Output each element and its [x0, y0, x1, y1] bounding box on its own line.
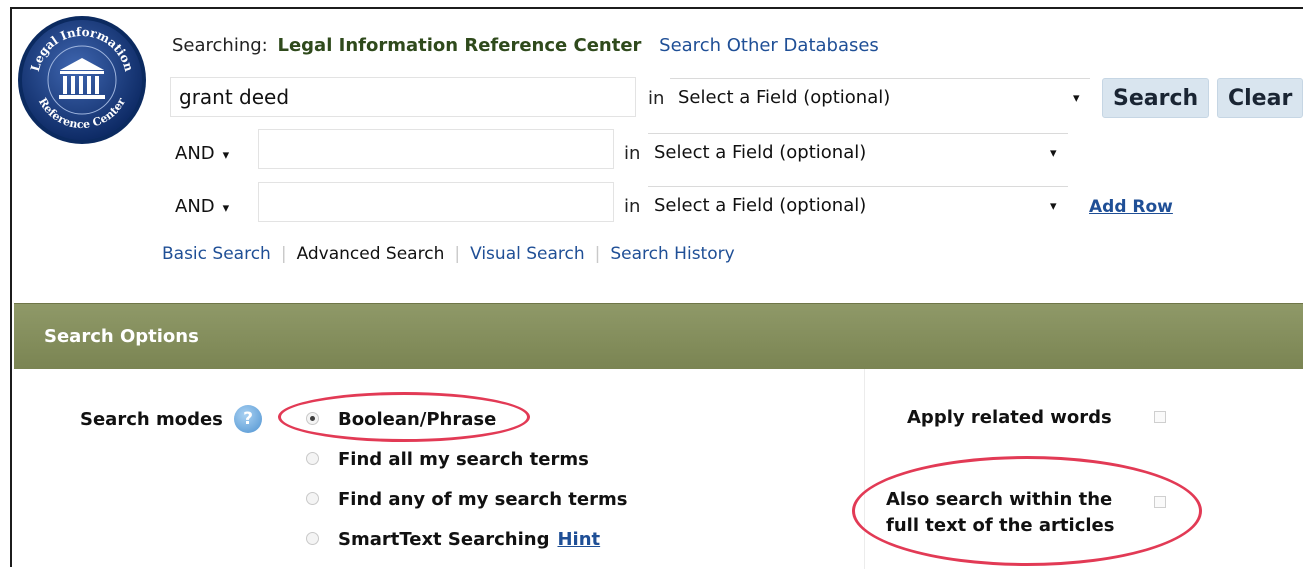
- logo: Legal Information Reference Center: [18, 16, 146, 144]
- mode-option-label: SmartText Searching: [338, 529, 550, 550]
- full-text-line-2: full text of the articles: [886, 515, 1115, 536]
- tab-separator: |: [280, 244, 287, 264]
- radio-icon[interactable]: [306, 452, 319, 465]
- tab-separator: |: [594, 244, 601, 264]
- search-options-title: Search Options: [44, 326, 199, 347]
- search-options-body: Search modes ? Boolean/Phrase Find all m…: [14, 369, 1303, 569]
- mode-option-smarttext-text: SmartText Searching Hint: [338, 529, 600, 550]
- field-select-3-value: Select a Field (optional): [654, 195, 867, 216]
- boolean-operator-select-2[interactable]: AND ▾: [175, 143, 229, 164]
- radio-icon[interactable]: [306, 532, 319, 545]
- field-select-2[interactable]: Select a Field (optional) ▾: [648, 133, 1068, 173]
- field-select-1[interactable]: Select a Field (optional) ▾: [670, 78, 1090, 118]
- in-label-3: in: [624, 196, 641, 217]
- search-button[interactable]: Search: [1102, 78, 1210, 118]
- tab-separator: |: [454, 244, 461, 264]
- chevron-down-icon: ▾: [222, 148, 230, 163]
- mode-option-label: Boolean/Phrase: [338, 409, 497, 430]
- search-options-panel: Search Options Search modes ? Boolean/Ph…: [14, 303, 1303, 569]
- search-term-input-1[interactable]: [170, 77, 636, 117]
- search-modes-label: Search modes: [80, 409, 223, 430]
- radio-icon[interactable]: [306, 492, 319, 505]
- checkbox-icon[interactable]: [1154, 411, 1166, 423]
- searching-label: Searching:: [172, 35, 268, 56]
- field-select-1-value: Select a Field (optional): [678, 87, 891, 108]
- search-term-input-3[interactable]: [258, 182, 614, 222]
- chevron-down-icon: ▾: [1050, 146, 1057, 161]
- tab-visual-search[interactable]: Visual Search: [470, 244, 585, 264]
- field-select-2-value: Select a Field (optional): [654, 142, 867, 163]
- boolean-operator-select-3[interactable]: AND ▾: [175, 196, 229, 217]
- search-other-databases-link[interactable]: Search Other Databases: [659, 35, 879, 56]
- field-select-3[interactable]: Select a Field (optional) ▾: [648, 186, 1068, 226]
- mode-option-label: Find all my search terms: [338, 449, 589, 470]
- clear-button[interactable]: Clear: [1217, 78, 1303, 118]
- tab-basic-search[interactable]: Basic Search: [162, 244, 271, 264]
- tab-search-history[interactable]: Search History: [610, 244, 734, 264]
- hint-link[interactable]: Hint: [557, 529, 600, 550]
- options-divider: [864, 369, 865, 569]
- search-options-header: Search Options: [14, 303, 1303, 370]
- boolean-operator-value-3: AND: [175, 196, 215, 217]
- add-row-link[interactable]: Add Row: [1089, 197, 1173, 217]
- searching-line: Searching: Legal Information Reference C…: [172, 35, 879, 56]
- tab-advanced-search[interactable]: Advanced Search: [297, 244, 445, 264]
- in-label-2: in: [624, 143, 641, 164]
- chevron-down-icon: ▾: [1073, 91, 1080, 106]
- search-tabs: Basic Search | Advanced Search | Visual Sear…: [162, 244, 735, 264]
- mode-option-label: Find any of my search terms: [338, 489, 628, 510]
- apply-related-words-label: Apply related words: [907, 407, 1112, 428]
- chevron-down-icon: ▾: [1050, 199, 1057, 214]
- boolean-operator-value-2: AND: [175, 143, 215, 164]
- checkbox-icon[interactable]: [1154, 496, 1166, 508]
- full-text-search-label: Also search within the full text of the …: [886, 487, 1114, 539]
- database-name: Legal Information Reference Center: [277, 35, 642, 56]
- search-term-input-2[interactable]: [258, 129, 614, 169]
- help-icon[interactable]: ?: [234, 405, 262, 433]
- in-label-1: in: [648, 88, 665, 109]
- chevron-down-icon: ▾: [222, 201, 230, 216]
- full-text-line-1: Also search within the: [886, 489, 1113, 510]
- radio-icon[interactable]: [306, 412, 319, 425]
